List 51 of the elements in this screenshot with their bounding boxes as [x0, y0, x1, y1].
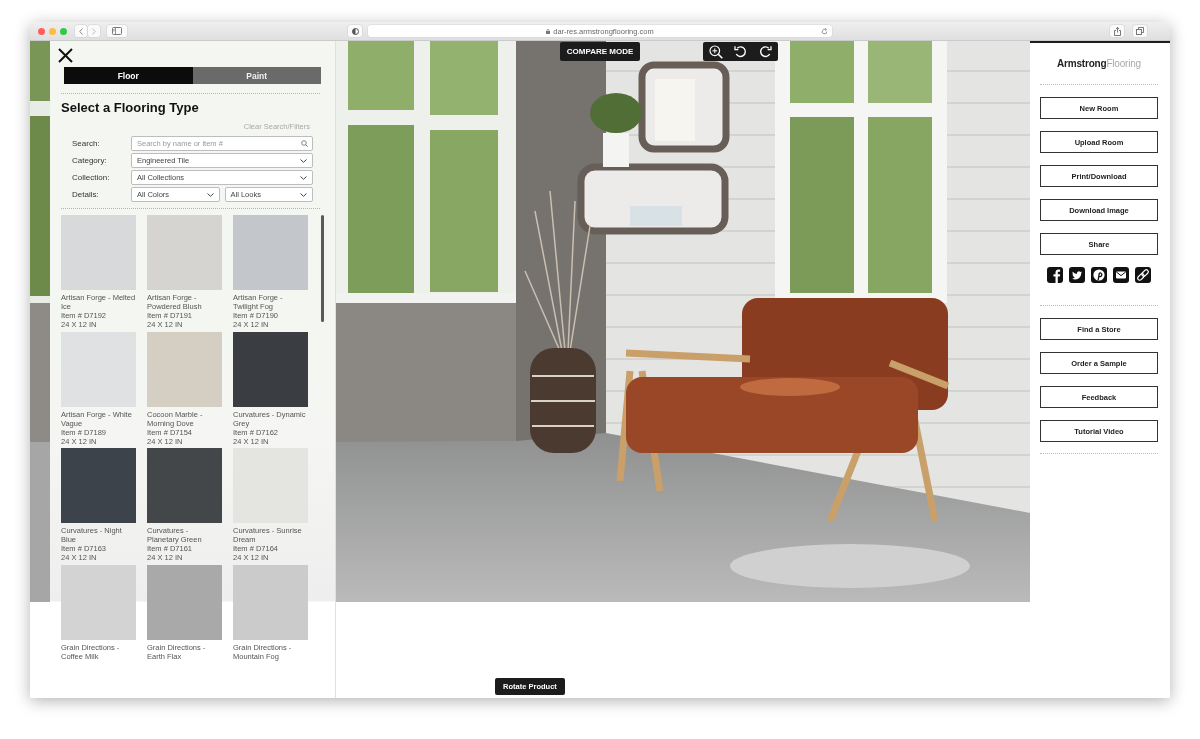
sidebar-button[interactable] — [107, 25, 127, 37]
reload-icon[interactable] — [821, 27, 828, 35]
tile-swatch[interactable] — [61, 215, 136, 290]
tab[interactable]: Paint — [192, 67, 321, 84]
half-circle-icon — [351, 27, 359, 35]
tile-swatch[interactable] — [233, 331, 308, 407]
chevron-down-icon — [300, 192, 307, 197]
field-label: Collection: — [72, 173, 111, 182]
pinterest-icon[interactable] — [1091, 267, 1107, 283]
tile-swatch[interactable] — [147, 331, 222, 407]
compare-mode-button[interactable]: COMPARE MODE — [560, 42, 640, 61]
rotate-right-icon[interactable] — [759, 45, 773, 58]
link-icon[interactable] — [1135, 267, 1151, 283]
chevron-down-icon — [206, 192, 214, 197]
panel-title: Select a Flooring Type — [61, 100, 200, 116]
close-window-icon[interactable] — [37, 27, 45, 35]
back-button[interactable] — [75, 25, 87, 37]
email-icon[interactable] — [1113, 267, 1129, 283]
zoom-window-icon[interactable] — [59, 27, 67, 35]
twitter-icon[interactable] — [1069, 267, 1085, 283]
tile-swatch[interactable] — [233, 565, 308, 641]
field-label: Search: — [72, 139, 101, 148]
brand-logo: ArmstrongFlooring — [1057, 58, 1141, 69]
chevron-down-icon — [300, 175, 307, 180]
forward-button[interactable] — [88, 25, 100, 37]
tab[interactable]: Floor — [64, 67, 193, 84]
facebook-icon[interactable] — [1047, 267, 1063, 283]
tile-swatch[interactable] — [147, 448, 222, 524]
rotate-left-icon[interactable] — [734, 45, 748, 58]
tile-swatch[interactable] — [147, 565, 222, 641]
zoom-in-icon[interactable] — [708, 44, 723, 59]
tabs-button[interactable] — [1133, 25, 1147, 37]
chevron-down-icon — [300, 158, 307, 163]
tile-swatch[interactable] — [233, 215, 308, 290]
privacy-button[interactable] — [348, 25, 362, 37]
tile-swatch[interactable] — [147, 215, 222, 290]
close-icon[interactable] — [58, 48, 73, 63]
lock-icon — [546, 28, 551, 34]
share-button[interactable] — [1110, 25, 1124, 37]
field-label: Category: — [72, 156, 108, 165]
share-icon — [1113, 26, 1121, 36]
scrollbar-thumb[interactable] — [321, 215, 324, 322]
tile-swatch[interactable] — [61, 565, 136, 641]
field-label: Details: — [72, 190, 100, 199]
chevron-left-icon — [79, 27, 83, 35]
sidebar-icon — [112, 27, 122, 35]
minimize-window-icon[interactable] — [48, 27, 56, 35]
tile-swatch[interactable] — [61, 448, 136, 524]
search-icon[interactable] — [301, 140, 308, 147]
tabs-icon — [1136, 27, 1144, 35]
chevron-right-icon — [92, 27, 96, 35]
